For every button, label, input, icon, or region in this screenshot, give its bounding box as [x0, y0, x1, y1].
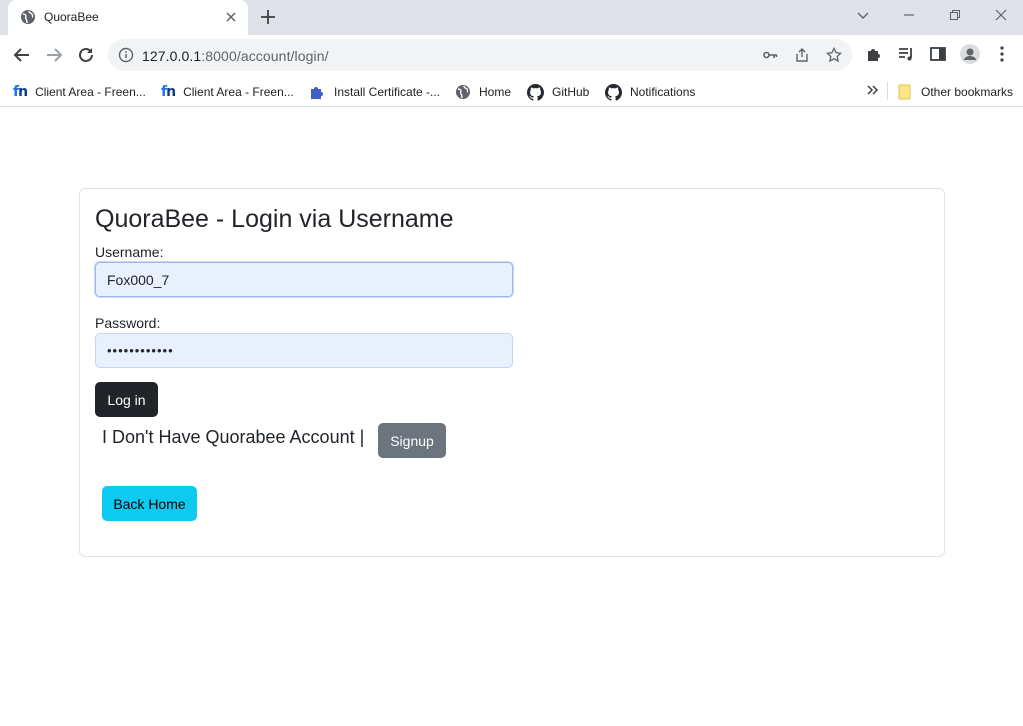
other-bookmarks-label: Other bookmarks: [921, 85, 1014, 99]
url-host: 127.0.0.1: [142, 48, 202, 64]
minimize-icon[interactable]: [901, 7, 917, 28]
github-icon: [605, 83, 622, 101]
tab-title: QuoraBee: [44, 10, 99, 24]
share-icon[interactable]: [794, 47, 810, 68]
tab-search-chevron-icon[interactable]: [855, 7, 871, 28]
bookmark-label: Client Area - Freen...: [35, 85, 146, 99]
back-home-button[interactable]: Back Home: [102, 486, 197, 521]
freenom-icon: fn: [161, 84, 176, 100]
bookmark-label: GitHub: [552, 85, 590, 99]
browser-toolbar: 127.0.0.1:8000/account/login/: [0, 35, 1023, 75]
url-path: :8000/account/login/: [201, 48, 329, 64]
key-icon[interactable]: [762, 47, 778, 68]
bookmarks-separator: [887, 82, 888, 100]
bookmark-item-0[interactable]: fn Client Area - Freen...: [13, 83, 146, 101]
new-tab-icon[interactable]: [259, 8, 277, 31]
password-input[interactable]: ••••••••••••: [95, 333, 513, 368]
no-account-text: I Don't Have Quorabee Account |: [102, 427, 365, 447]
bookmark-label: Home: [479, 85, 512, 99]
username-input[interactable]: Fox000_7: [95, 262, 513, 297]
freenom-icon: fn: [13, 84, 28, 100]
page-title: QuoraBee - Login via Username: [95, 205, 454, 233]
signup-button[interactable]: Signup: [378, 423, 446, 458]
reload-icon[interactable]: [76, 45, 96, 70]
extensions-puzzle-icon[interactable]: [865, 45, 883, 68]
profile-avatar-icon[interactable]: [959, 44, 981, 70]
back-arrow-icon[interactable]: [12, 45, 32, 70]
globe-icon: [20, 9, 36, 30]
close-tab-icon[interactable]: [223, 9, 239, 30]
forward-arrow-icon[interactable]: [44, 45, 64, 70]
username-label: Username:: [95, 244, 164, 260]
address-bar[interactable]: 127.0.0.1:8000/account/login/: [108, 39, 852, 71]
login-button[interactable]: Log in: [95, 382, 158, 417]
bookmarks-bar: fn Client Area - Freen... fn Client Area…: [0, 75, 1023, 107]
media-queue-icon[interactable]: [897, 45, 915, 68]
restore-icon[interactable]: [947, 7, 963, 28]
kebab-menu-icon[interactable]: [995, 45, 1009, 68]
login-card: QuoraBee - Login via Username Username: …: [79, 188, 945, 557]
bookmark-label: Install Certificate -...: [334, 85, 441, 99]
tab-strip: QuoraBee: [0, 0, 1023, 35]
puzzle-icon: [311, 86, 323, 99]
bookmark-item-2[interactable]: Install Certificate -...: [309, 83, 440, 101]
folder-icon: [898, 84, 911, 100]
more-bookmarks-chevron-icon[interactable]: [865, 82, 879, 103]
bookmark-item-3[interactable]: Home: [455, 83, 511, 101]
bookmark-item-1[interactable]: fn Client Area - Freen...: [161, 83, 294, 101]
close-window-icon[interactable]: [993, 7, 1009, 28]
bookmark-label: Client Area - Freen...: [183, 85, 294, 99]
bookmark-star-icon[interactable]: [825, 46, 843, 68]
bookmark-item-5[interactable]: Notifications: [605, 83, 695, 101]
url-text: 127.0.0.1:8000/account/login/: [142, 48, 329, 64]
browser-tab-quorabee[interactable]: QuoraBee: [8, 0, 248, 35]
github-icon: [527, 83, 544, 101]
bookmark-item-4[interactable]: GitHub: [527, 83, 589, 101]
password-label: Password:: [95, 315, 161, 331]
globe-icon: [456, 85, 470, 99]
side-panel-icon[interactable]: [929, 45, 947, 68]
bookmark-label: Notifications: [630, 85, 696, 99]
other-bookmarks[interactable]: Other bookmarks: [897, 83, 1013, 101]
site-info-icon[interactable]: [118, 47, 134, 68]
